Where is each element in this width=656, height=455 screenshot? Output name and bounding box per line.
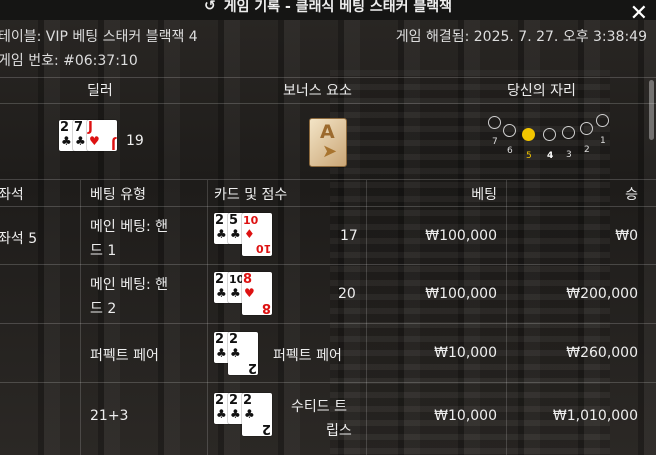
seat-number: 1 xyxy=(600,136,606,146)
your-seat-label: 당신의 자리 xyxy=(507,83,576,99)
col-cards: 카드 및 점수 xyxy=(214,187,288,203)
bonus-label: 보너스 요소 xyxy=(283,83,352,99)
divider xyxy=(0,382,656,383)
dealer-card: J ♥ J xyxy=(87,120,117,151)
row-score: 수티드 트 xyxy=(291,399,347,415)
divider xyxy=(0,179,656,180)
divider xyxy=(207,180,208,455)
seat-number-selected: 5 xyxy=(526,151,532,161)
col-bet-type: 베팅 유형 xyxy=(90,187,146,203)
dealer-label: 딜러 xyxy=(87,83,113,99)
divider xyxy=(0,323,656,324)
row-bet: ₩10,000 xyxy=(434,345,497,361)
row-score: 20 xyxy=(338,286,356,302)
seat-number: 6 xyxy=(507,146,513,156)
bonus-card: A ➤ xyxy=(309,118,347,167)
close-button[interactable]: ✕ xyxy=(629,1,648,26)
row-bet-type: 메인 베팅: 핸 xyxy=(90,277,169,293)
row-win: ₩260,000 xyxy=(566,345,638,361)
row-bet-type: 퍼펙트 페어 xyxy=(90,348,159,364)
divider xyxy=(366,180,367,455)
seat-dot xyxy=(596,114,609,127)
col-seat: 좌석 xyxy=(0,187,24,203)
resolved-time: 게임 해결됨: 2025. 7. 27. 오후 3:38:49 xyxy=(395,29,647,45)
player-card: 2 ♣ 2 xyxy=(242,393,272,436)
close-icon: ✕ xyxy=(629,1,648,26)
col-bet: 베팅 xyxy=(471,187,497,203)
seat-dot xyxy=(562,126,575,139)
scrollbar[interactable] xyxy=(649,80,654,140)
row-bet: ₩100,000 xyxy=(425,228,497,244)
arrow-icon: ➤ xyxy=(322,141,338,162)
divider xyxy=(0,206,656,207)
row-win: ₩200,000 xyxy=(566,286,638,302)
divider xyxy=(80,180,81,455)
divider xyxy=(506,180,507,455)
modal-title-bar: ↺ 게임 기록 - 클래식 베팅 스태커 블랙잭 xyxy=(0,0,656,20)
dealer-score: 19 xyxy=(126,133,144,149)
divider xyxy=(0,264,656,265)
seat-number: 7 xyxy=(492,137,498,147)
seat-number: 2 xyxy=(584,145,590,155)
seat-number: 3 xyxy=(566,150,572,160)
row-bet: ₩10,000 xyxy=(434,408,497,424)
seat-dot-selected xyxy=(522,128,535,141)
player-card: 10 ♦ 10 xyxy=(242,213,272,256)
row-win: ₩1,010,000 xyxy=(552,408,638,424)
seat-dot xyxy=(580,122,593,135)
row-bet-type: 메인 베팅: 핸 xyxy=(90,219,169,235)
player-card: 8 ♥ 8 xyxy=(242,272,272,315)
row-score: 립스 xyxy=(326,423,352,439)
game-number: 게임 번호: #06:37:10 xyxy=(0,53,138,69)
row-win: ₩0 xyxy=(615,228,638,244)
seat-number: 4 xyxy=(547,151,554,161)
divider xyxy=(0,77,656,78)
seat-dot xyxy=(488,116,501,129)
row-score: 17 xyxy=(340,228,358,244)
player-card: 2 ♣ 2 xyxy=(228,332,258,375)
table-name: 테이블: VIP 베팅 스태커 블랙잭 4 xyxy=(0,29,198,45)
row-bet-type: 드 2 xyxy=(90,301,117,317)
row-score: 퍼펙트 페어 xyxy=(273,348,342,364)
row-bet-type: 드 1 xyxy=(90,243,117,259)
history-icon: ↺ xyxy=(204,0,216,14)
modal-title: 게임 기록 - 클래식 베팅 스태커 블랙잭 xyxy=(223,0,452,15)
seat-dot xyxy=(543,128,556,141)
divider xyxy=(0,103,656,104)
seat-dot xyxy=(503,124,516,137)
row-bet: ₩100,000 xyxy=(425,286,497,302)
row-seat: 좌석 5 xyxy=(0,231,38,247)
col-win: 승 xyxy=(625,187,638,203)
row-bet-type: 21+3 xyxy=(90,408,129,424)
